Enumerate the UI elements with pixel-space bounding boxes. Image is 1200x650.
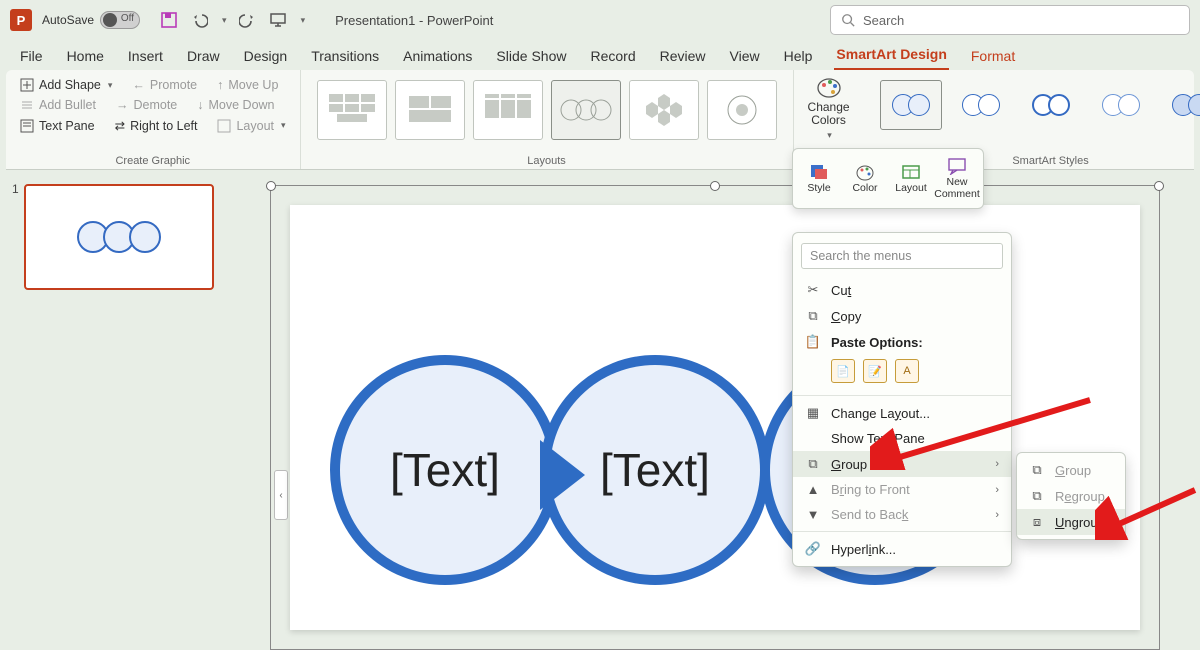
group-icon: ⧉: [805, 456, 821, 472]
powerpoint-logo-icon: P: [10, 9, 32, 31]
tab-help[interactable]: Help: [782, 44, 815, 70]
layout-item[interactable]: [473, 80, 543, 140]
smartart-node[interactable]: [Text]: [330, 355, 560, 585]
autosave-switch[interactable]: Off: [100, 11, 140, 29]
layout-item[interactable]: [317, 80, 387, 140]
comment-icon: [947, 157, 967, 175]
undo-dropdown-icon[interactable]: ▾: [222, 15, 227, 26]
tab-design[interactable]: Design: [242, 44, 290, 70]
group-layouts: Layouts: [301, 70, 794, 169]
mini-style-button[interactable]: Style: [797, 153, 841, 204]
mini-layout-button[interactable]: Layout: [889, 153, 933, 204]
search-placeholder: Search: [863, 13, 904, 28]
tab-record[interactable]: Record: [588, 44, 637, 70]
add-shape-button[interactable]: Add Shape▾: [16, 76, 116, 94]
tab-file[interactable]: File: [18, 44, 45, 70]
bring-front-icon: ▲: [805, 482, 821, 497]
tab-animations[interactable]: Animations: [401, 44, 474, 70]
demote-button[interactable]: →Demote: [112, 96, 181, 114]
node-text[interactable]: [Text]: [390, 443, 500, 497]
ctx-cut[interactable]: ✂Cut: [793, 277, 1011, 303]
autosave-toggle[interactable]: AutoSave Off: [42, 11, 140, 29]
ungroup-icon: ⧈: [1029, 514, 1045, 530]
clipboard-icon: 📋: [805, 334, 821, 350]
text-pane-button[interactable]: Text Pane: [16, 116, 99, 135]
mini-toolbar: Style Color Layout New Comment: [792, 148, 984, 209]
group-label-create-graphic: Create Graphic: [16, 153, 290, 167]
node-text[interactable]: [Text]: [600, 443, 710, 497]
style-item[interactable]: [880, 80, 942, 130]
annotation-arrow: [1095, 480, 1200, 540]
copy-icon: ⧉: [805, 308, 821, 324]
resize-handle[interactable]: [1154, 181, 1164, 191]
search-icon: [841, 13, 855, 27]
tab-format[interactable]: Format: [969, 44, 1017, 70]
style-item[interactable]: [950, 80, 1012, 130]
style-icon: [809, 163, 829, 181]
qat-overflow-icon[interactable]: ▾: [301, 15, 306, 26]
promote-button[interactable]: ←Promote: [128, 76, 201, 94]
right-to-left-button[interactable]: ⇄Right to Left: [111, 116, 202, 135]
send-back-icon: ▼: [805, 507, 821, 522]
quick-access-toolbar: ▾ ▾: [160, 11, 305, 29]
add-bullet-button[interactable]: Add Bullet: [16, 96, 100, 114]
redo-icon[interactable]: [239, 11, 257, 29]
style-item[interactable]: [1090, 80, 1152, 130]
title-bar: P AutoSave Off ▾ ▾ Presentation1 - Power…: [0, 0, 1200, 40]
slide-thumbnail[interactable]: [24, 184, 214, 290]
regroup-icon: ⧉: [1029, 488, 1045, 504]
style-item[interactable]: [1020, 80, 1082, 130]
arrow-icon: [540, 440, 585, 510]
mini-new-comment-button[interactable]: New Comment: [935, 153, 979, 204]
autosave-label: AutoSave: [42, 13, 94, 27]
tab-draw[interactable]: Draw: [185, 44, 222, 70]
tab-smartart-design[interactable]: SmartArt Design: [834, 42, 948, 70]
document-title: Presentation1 - PowerPoint: [335, 13, 493, 28]
tab-home[interactable]: Home: [65, 44, 106, 70]
search-input[interactable]: Search: [830, 5, 1190, 35]
tab-transitions[interactable]: Transitions: [309, 44, 381, 70]
layout-button[interactable]: Layout▾: [213, 116, 289, 135]
ctx-send-to-back[interactable]: ▼Send to Back›: [793, 502, 1011, 527]
layout-icon: ▦: [805, 405, 821, 421]
present-icon[interactable]: [269, 11, 287, 29]
layout-item[interactable]: [395, 80, 465, 140]
ctx-bring-to-front[interactable]: ▲Bring to Front›: [793, 477, 1011, 502]
ctx-copy[interactable]: ⧉Copy: [793, 303, 1011, 329]
paste-options-row: 📄 📝 A: [793, 355, 1011, 391]
move-up-button[interactable]: ↑Move Up: [213, 76, 282, 94]
save-icon[interactable]: [160, 11, 178, 29]
slide-number: 1: [12, 182, 19, 196]
move-down-button[interactable]: ↓Move Down: [193, 96, 278, 114]
ctx-paste-options-label: 📋Paste Options:: [793, 329, 1011, 355]
context-search-input[interactable]: Search the menus: [801, 243, 1003, 269]
scissors-icon: ✂: [805, 282, 821, 298]
tab-review[interactable]: Review: [658, 44, 708, 70]
mini-color-button[interactable]: Color: [843, 153, 887, 204]
palette-icon: [855, 163, 875, 181]
slide-thumbnail-panel: 1: [0, 170, 230, 600]
layout-item[interactable]: [551, 80, 621, 140]
paste-option-merge[interactable]: 📝: [863, 359, 887, 383]
link-icon: 🔗: [805, 541, 821, 557]
tab-insert[interactable]: Insert: [126, 44, 165, 70]
ribbon: Add Shape▾ ←Promote ↑Move Up Add Bullet …: [6, 70, 1194, 170]
group-label-layouts: Layouts: [311, 153, 783, 167]
undo-icon[interactable]: [190, 11, 208, 29]
palette-icon: [816, 76, 842, 98]
paste-option-source[interactable]: 📄: [831, 359, 855, 383]
tab-view[interactable]: View: [728, 44, 762, 70]
tab-slideshow[interactable]: Slide Show: [494, 44, 568, 70]
style-item[interactable]: [1160, 80, 1200, 130]
paste-option-text[interactable]: A: [895, 359, 919, 383]
ribbon-tabs: File Home Insert Draw Design Transitions…: [0, 40, 1200, 70]
ctx-hyperlink[interactable]: 🔗Hyperlink...: [793, 536, 1011, 562]
group-create-graphic: Add Shape▾ ←Promote ↑Move Up Add Bullet …: [6, 70, 301, 169]
layout-item[interactable]: [629, 80, 699, 140]
layout-icon: [901, 163, 921, 181]
annotation-arrow: [870, 390, 1100, 470]
layout-item[interactable]: [707, 80, 777, 140]
resize-handle[interactable]: [710, 181, 720, 191]
resize-handle[interactable]: [266, 181, 276, 191]
